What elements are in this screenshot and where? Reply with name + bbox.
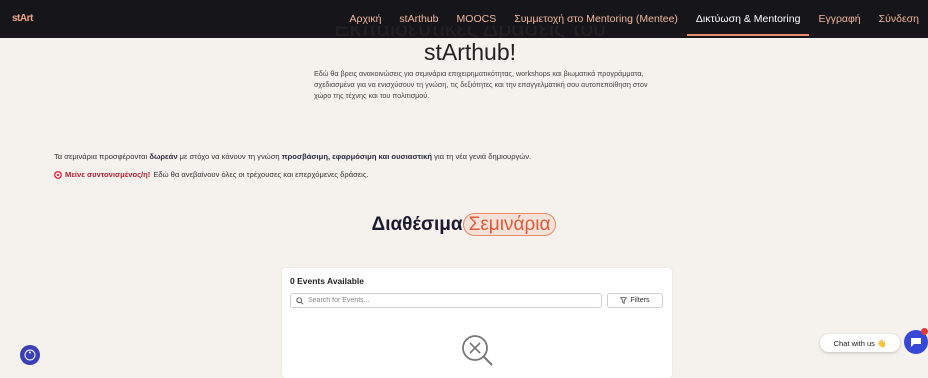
page-title-line2: stArthub! bbox=[300, 41, 640, 63]
nav-item-login[interactable]: Σύνδεση bbox=[870, 12, 928, 36]
stay-tuned-highlight: Μείνε συντονισμένος/η! bbox=[65, 170, 150, 179]
chat-label-text: Chat with us 👋 bbox=[834, 339, 887, 348]
nav-item-register[interactable]: Εγγραφή bbox=[809, 12, 869, 36]
logo-main: st bbox=[12, 13, 20, 24]
page-title-line1: Εκπαιδευτικές Δράσεις του bbox=[334, 26, 606, 38]
free-notice-text1: Τα σεμινάρια προσφέρονται bbox=[54, 152, 149, 161]
chat-label[interactable]: Chat with us 👋 bbox=[820, 334, 900, 352]
accessibility-icon bbox=[24, 349, 36, 361]
filter-icon bbox=[620, 297, 627, 304]
events-card: 0 Events Available Filters bbox=[282, 268, 672, 378]
accessibility-button[interactable] bbox=[20, 345, 40, 365]
search-icon bbox=[296, 297, 304, 305]
search-input[interactable] bbox=[308, 297, 588, 304]
section-title-accent: Σεμινάρια bbox=[463, 213, 557, 236]
stay-tuned-notice: Μείνε συντονισμένος/η! Εδώ θα ανεβαίνουν… bbox=[54, 170, 369, 179]
chat-bubble-icon bbox=[910, 336, 922, 348]
section-title: ΔιαθέσιμαΣεμινάρια bbox=[0, 214, 928, 236]
no-results-icon bbox=[457, 330, 497, 375]
notification-dot bbox=[921, 328, 928, 335]
stay-tuned-text: Εδώ θα ανεβαίνουν όλες οι τρέχουσες και … bbox=[153, 170, 368, 179]
free-notice-bold2: προσβάσιμη, εφαρμόσιμη και ουσιαστική bbox=[282, 152, 432, 161]
intro-paragraph: Εδώ θα βρεις ανακοινώσεις για σεμινάρια … bbox=[314, 68, 648, 101]
free-notice-bold1: δωρεάν bbox=[149, 152, 177, 161]
free-notice: Τα σεμινάρια προσφέρονται δωρεάν με στόχ… bbox=[54, 152, 531, 161]
site-logo[interactable]: stArt bbox=[12, 13, 33, 24]
filters-button[interactable]: Filters bbox=[607, 293, 663, 308]
search-box bbox=[290, 293, 602, 308]
events-count: 0 Events Available bbox=[290, 276, 364, 286]
free-notice-text2: με στόχο να κάνουν τη γνώση bbox=[178, 152, 282, 161]
nav-item-networking[interactable]: Δικτύωση & Mentoring bbox=[687, 12, 810, 36]
target-icon bbox=[54, 171, 62, 179]
free-notice-text3: για τη νέα γενιά δημιουργών. bbox=[432, 152, 531, 161]
filters-label: Filters bbox=[630, 297, 649, 304]
logo-accent: Art bbox=[20, 13, 33, 24]
section-title-main: Διαθέσιμα bbox=[372, 214, 463, 235]
